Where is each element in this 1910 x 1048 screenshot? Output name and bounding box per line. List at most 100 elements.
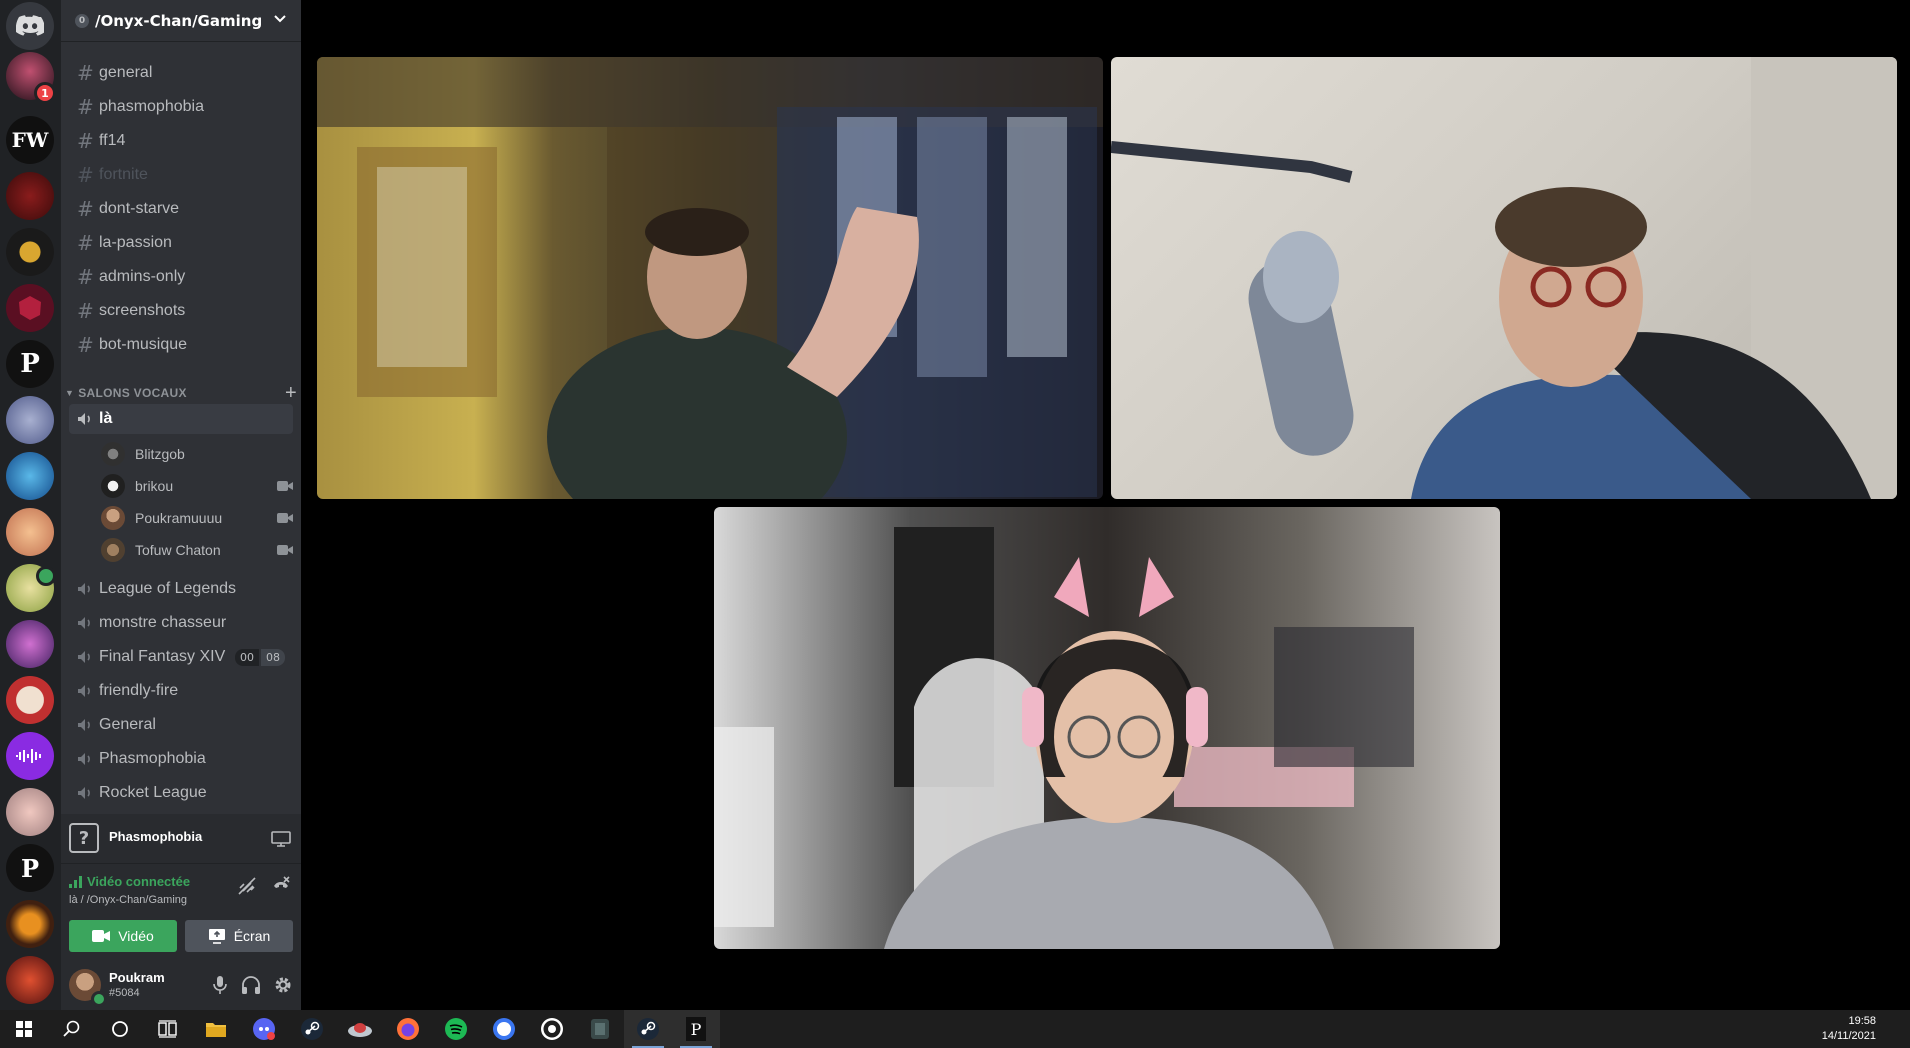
video-tile-poukramuuuu[interactable] <box>1111 57 1897 499</box>
camera-icon <box>277 513 293 523</box>
voice-channel-general[interactable]: General <box>69 710 293 740</box>
headphones-icon[interactable] <box>241 975 261 995</box>
server-face[interactable] <box>6 620 54 668</box>
server-animal[interactable] <box>6 788 54 836</box>
taskbar-spotify[interactable] <box>432 1010 480 1048</box>
taskbar-phasmophobia[interactable]: P <box>672 1010 720 1048</box>
microphone-icon[interactable] <box>211 975 229 995</box>
speaker-icon <box>77 650 99 664</box>
camera-icon <box>277 481 293 491</box>
taskbar-signal[interactable] <box>480 1010 528 1048</box>
hash-icon: # <box>77 163 94 187</box>
chevron-down-icon[interactable] <box>273 11 287 29</box>
server-demon[interactable] <box>6 956 54 1004</box>
cortana-icon <box>112 1021 128 1037</box>
speaker-icon <box>77 684 99 698</box>
search-icon <box>63 1020 80 1037</box>
channel-label: là <box>99 410 113 427</box>
voice-channel-monstre[interactable]: monstre chasseur <box>69 608 293 638</box>
server-eye[interactable] <box>6 900 54 948</box>
taskbar-steam[interactable] <box>288 1010 336 1048</box>
server-fw[interactable]: FW <box>6 116 54 164</box>
voice-user[interactable]: brikou <box>101 472 293 500</box>
server-name: /Onyx-Chan/Gaming <box>95 11 263 30</box>
taskbar-game[interactable] <box>576 1010 624 1048</box>
voice-channel-la[interactable]: là <box>69 404 293 434</box>
taskbar-discord-ptb[interactable] <box>240 1010 288 1048</box>
server-cartoon[interactable] <box>6 508 54 556</box>
server-skull[interactable] <box>6 676 54 724</box>
taskbar-app-ship[interactable] <box>336 1010 384 1048</box>
voice-user-name: Tofuw Chaton <box>135 542 221 558</box>
channel-label: Phasmophobia <box>99 750 206 767</box>
signal-icon <box>69 875 82 888</box>
channel-label: phasmophobia <box>99 98 204 115</box>
voice-channel-rocket-league[interactable]: Rocket League <box>69 778 293 808</box>
server-p2[interactable]: P <box>6 844 54 892</box>
text-channel-ff14[interactable]: # ff14 <box>69 126 293 156</box>
add-channel-icon[interactable]: + <box>285 382 297 405</box>
text-channel-phasmophobia[interactable]: # phasmophobia <box>69 92 293 122</box>
text-channel-bot-musique[interactable]: # bot-musique <box>69 330 293 360</box>
voice-category-header[interactable]: ▼ SALONS VOCAUX + <box>65 382 297 405</box>
speaker-icon <box>77 718 99 732</box>
taskbar-obs[interactable] <box>528 1010 576 1048</box>
video-button[interactable]: Vidéo <box>69 920 177 952</box>
voice-user[interactable]: Poukramuuuu <box>101 504 293 532</box>
server-header[interactable]: 0 /Onyx-Chan/Gaming <box>61 0 301 42</box>
text-channel-admins-only[interactable]: # admins-only <box>69 262 293 292</box>
taskbar-steam-active[interactable] <box>624 1010 672 1048</box>
channel-label: Final Fantasy XIV <box>99 648 226 665</box>
video-tile-tofuw-chaton[interactable] <box>714 507 1500 949</box>
channel-label: admins-only <box>99 268 186 285</box>
disconnect-icon[interactable] <box>271 876 291 896</box>
hash-icon: # <box>77 129 94 153</box>
taskbar-explorer[interactable] <box>192 1010 240 1048</box>
speaker-icon <box>77 786 99 800</box>
system-clock[interactable]: 19:58 14/11/2021 <box>1822 1014 1876 1044</box>
connection-location[interactable]: là / /Onyx-Chan/Gaming <box>69 894 187 906</box>
text-channel-fortnite[interactable]: # fortnite <box>69 160 293 190</box>
obs-icon <box>541 1018 563 1040</box>
server-fish[interactable] <box>6 452 54 500</box>
screen-button[interactable]: Écran <box>185 920 293 952</box>
server-gold-logo[interactable] <box>6 228 54 276</box>
text-channel-screenshots[interactable]: # screenshots <box>69 296 293 326</box>
voice-channel-league[interactable]: League of Legends <box>69 574 293 604</box>
status-text: Vidéo connectée <box>87 874 191 889</box>
cortana-button[interactable] <box>96 1010 144 1048</box>
clock-time: 19:58 <box>1848 1015 1876 1027</box>
server-character[interactable] <box>6 396 54 444</box>
text-channel-general[interactable]: # general <box>69 58 293 88</box>
screen-share-icon[interactable] <box>271 831 291 847</box>
server-red-emblem[interactable] <box>6 172 54 220</box>
voice-channel-ffxiv[interactable]: Final Fantasy XIV 00 08 <box>69 642 293 672</box>
voice-channel-friendly-fire[interactable]: friendly-fire <box>69 676 293 706</box>
server-audio-wave[interactable] <box>6 732 54 780</box>
server-p[interactable]: P <box>6 340 54 388</box>
taskbar-firefox[interactable] <box>384 1010 432 1048</box>
noise-suppression-icon[interactable] <box>237 876 257 896</box>
hash-icon: # <box>77 197 94 221</box>
text-channel-la-passion[interactable]: # la-passion <box>69 228 293 258</box>
voice-user[interactable]: Tofuw Chaton <box>101 536 293 564</box>
gear-icon[interactable] <box>273 975 293 995</box>
start-button[interactable] <box>0 1010 48 1048</box>
text-channel-dont-starve[interactable]: # dont-starve <box>69 194 293 224</box>
voice-user[interactable]: Blitzgob <box>101 440 293 468</box>
search-button[interactable] <box>48 1010 96 1048</box>
task-view-button[interactable] <box>144 1010 192 1048</box>
discord-icon <box>253 1018 275 1040</box>
user-tag: #5084 <box>109 987 140 999</box>
discord-home-icon[interactable] <box>6 2 54 50</box>
screen-button-label: Écran <box>233 928 271 944</box>
phasmophobia-icon: P <box>686 1017 706 1041</box>
video-tile-brikou[interactable] <box>317 57 1103 499</box>
hash-icon: # <box>77 299 94 323</box>
hash-icon: # <box>77 265 94 289</box>
steam-icon <box>301 1018 323 1040</box>
voice-channel-phasmophobia[interactable]: Phasmophobia <box>69 744 293 774</box>
server-crimson[interactable] <box>6 284 54 332</box>
channel-label: la-passion <box>99 234 172 251</box>
channel-label: ff14 <box>99 132 126 149</box>
